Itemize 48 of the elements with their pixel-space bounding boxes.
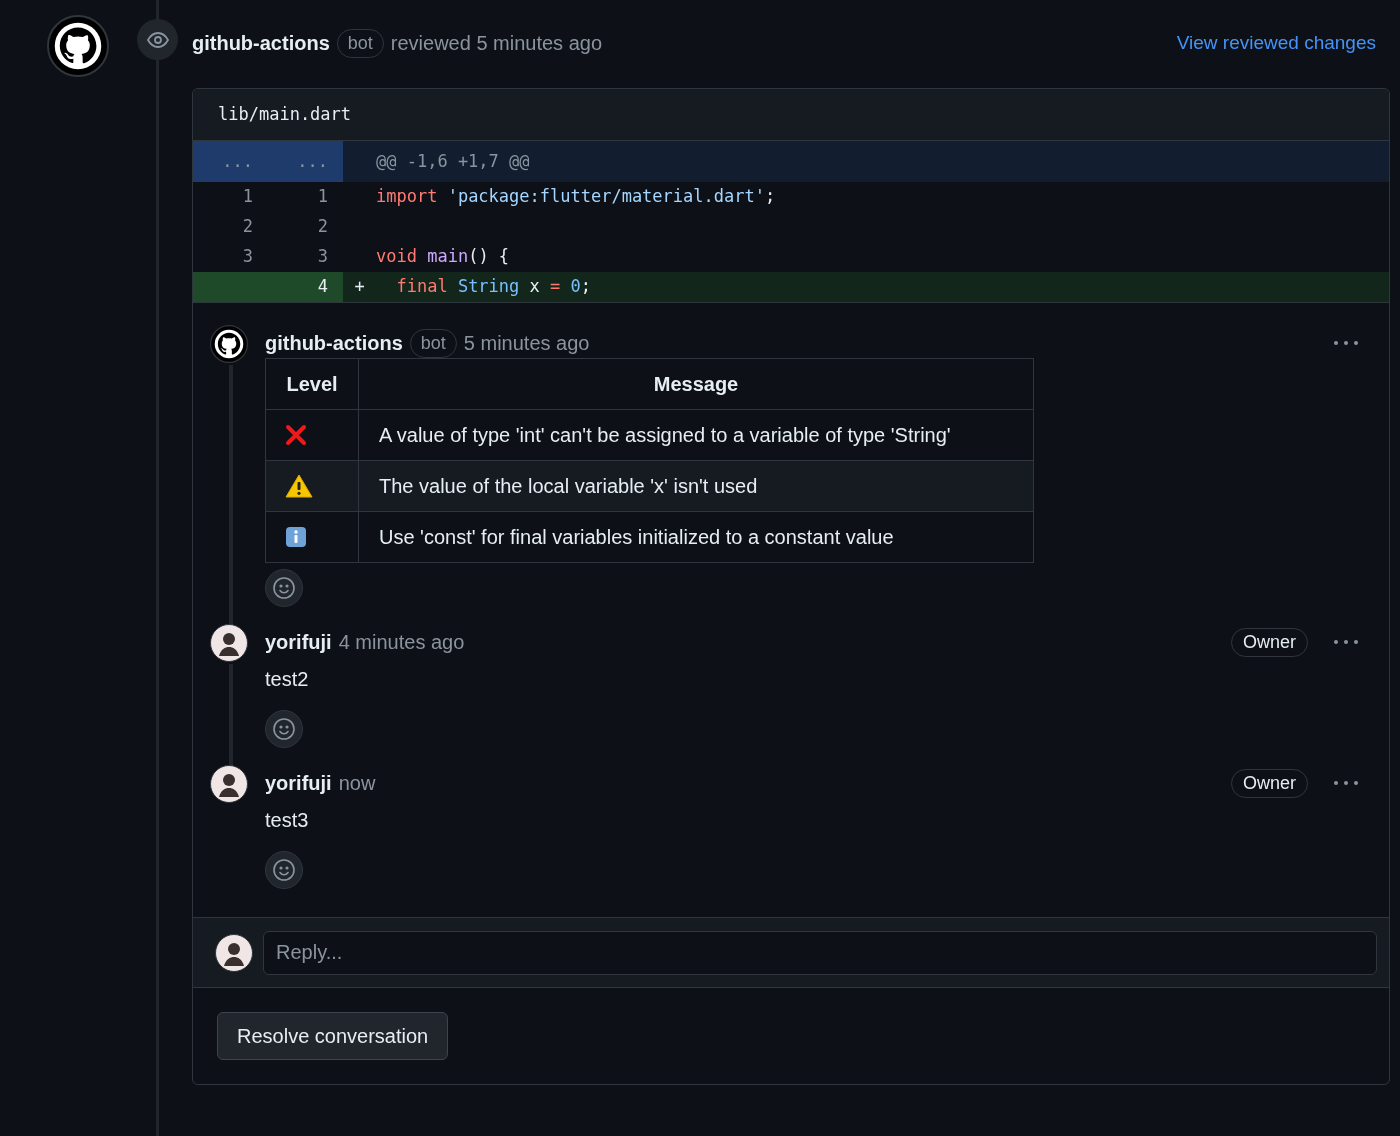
line-number: 3 [316, 245, 328, 269]
table-header: Level [265, 358, 359, 410]
line-number: 2 [241, 215, 253, 239]
comment-text: test2 [265, 667, 310, 692]
github-logo-icon [210, 325, 248, 363]
line-number: ... [296, 149, 328, 173]
file-path: lib/main.dart [218, 102, 352, 126]
smiley-icon [272, 858, 296, 882]
table-cell: Use 'const' for final variables initialized to a constant value [358, 511, 1034, 563]
add-reaction-button[interactable] [265, 710, 303, 748]
reply-field[interactable]: Reply... [263, 930, 1377, 975]
table-cell: The value of the local variable 'x' isn't used [358, 460, 1034, 512]
avatar-icon [210, 765, 248, 803]
line-number: 3 [241, 245, 253, 269]
line-number: 2 [316, 215, 328, 239]
code-line: import 'package:flutter/material.dart'; [376, 185, 776, 209]
smiley-icon [272, 717, 296, 741]
timestamp: 5 minutes ago [463, 331, 590, 356]
github-logo-icon [47, 15, 109, 77]
avatar-icon [215, 933, 253, 972]
line-number: ... [221, 149, 253, 173]
smiley-icon [272, 576, 296, 600]
line-number: 1 [241, 185, 253, 209]
table-header: Message [358, 358, 1034, 410]
resolve-conversation-button[interactable]: Resolve conversation [217, 1012, 449, 1060]
view-changes-link[interactable]: View reviewed changes [1176, 28, 1376, 58]
avatar-icon [210, 624, 248, 662]
line-number: 4 [316, 275, 328, 299]
table-cell: A value of type 'int' can't be assigned to a variable of type 'String' [358, 409, 1034, 461]
timestamp: 4 minutes ago [338, 630, 465, 655]
line-number: 1 [316, 185, 328, 209]
code-line: final String x = 0; [395, 275, 591, 299]
code-line: @@ -1,6 +1,7 @@ [376, 149, 530, 173]
ellipsis-icon [1333, 780, 1359, 786]
ellipsis-icon [1333, 639, 1359, 645]
eye-icon [146, 31, 169, 48]
author-name[interactable]: yorifuji [265, 768, 332, 798]
add-reaction-button[interactable] [265, 569, 303, 607]
diff-sign: + [354, 276, 365, 297]
author-name[interactable]: github-actions [265, 328, 403, 358]
author-name[interactable]: yorifuji [265, 627, 332, 657]
author-name[interactable]: github-actions [192, 28, 330, 58]
comment-text: test3 [265, 808, 310, 833]
ellipsis-icon [1333, 340, 1359, 346]
review-status: reviewed 5 minutes ago [390, 31, 603, 56]
add-reaction-button[interactable] [265, 851, 303, 889]
code-line: void main() { [376, 245, 510, 269]
timestamp: now [338, 771, 376, 796]
